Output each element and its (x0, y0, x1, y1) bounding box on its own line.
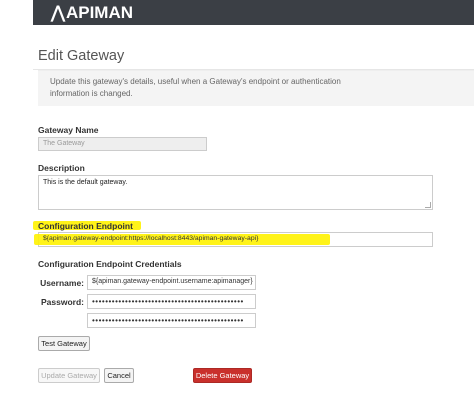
credentials-label: Configuration Endpoint Credentials (38, 259, 182, 269)
logo-chevron-icon: ⋀ (51, 3, 65, 22)
gateway-name-field[interactable]: The Gateway (38, 137, 207, 151)
endpoint-label: Configuration Endpoint (38, 221, 133, 231)
description-text: This is the default gateway. (43, 179, 128, 186)
update-gateway-button[interactable]: Update Gateway (38, 368, 100, 383)
page-title: Edit Gateway (38, 48, 125, 64)
logo-text: APIMAN (65, 3, 134, 22)
description-panel: Update this gateway's details, useful wh… (38, 70, 474, 106)
password-label: Password: (41, 297, 84, 307)
password-confirm-field[interactable]: ••••••••••••••••••••••••••••••••••••••••… (87, 313, 256, 328)
top-bar: ⋀APIMAN (0, 0, 474, 25)
test-gateway-button[interactable]: Test Gateway (38, 336, 90, 351)
page-description: Update this gateway's details, useful wh… (50, 77, 341, 98)
resize-handle-icon[interactable] (425, 202, 431, 208)
apiman-logo[interactable]: ⋀APIMAN (51, 3, 133, 23)
password-field[interactable]: ••••••••••••••••••••••••••••••••••••••••… (87, 294, 256, 309)
gateway-name-label: Gateway Name (38, 125, 99, 135)
username-label: Username: (40, 278, 84, 288)
cancel-button[interactable]: Cancel (104, 368, 134, 383)
delete-gateway-button[interactable]: Delete Gateway (193, 368, 252, 383)
endpoint-value: ${apiman.gateway-endpoint:https://localh… (43, 235, 259, 242)
header-bar: ⋀APIMAN (33, 0, 474, 25)
description-label: Description (38, 163, 85, 173)
description-field[interactable]: This is the default gateway. (38, 175, 433, 210)
username-field[interactable]: ${apiman.gateway-endpoint.username:apima… (87, 275, 256, 290)
